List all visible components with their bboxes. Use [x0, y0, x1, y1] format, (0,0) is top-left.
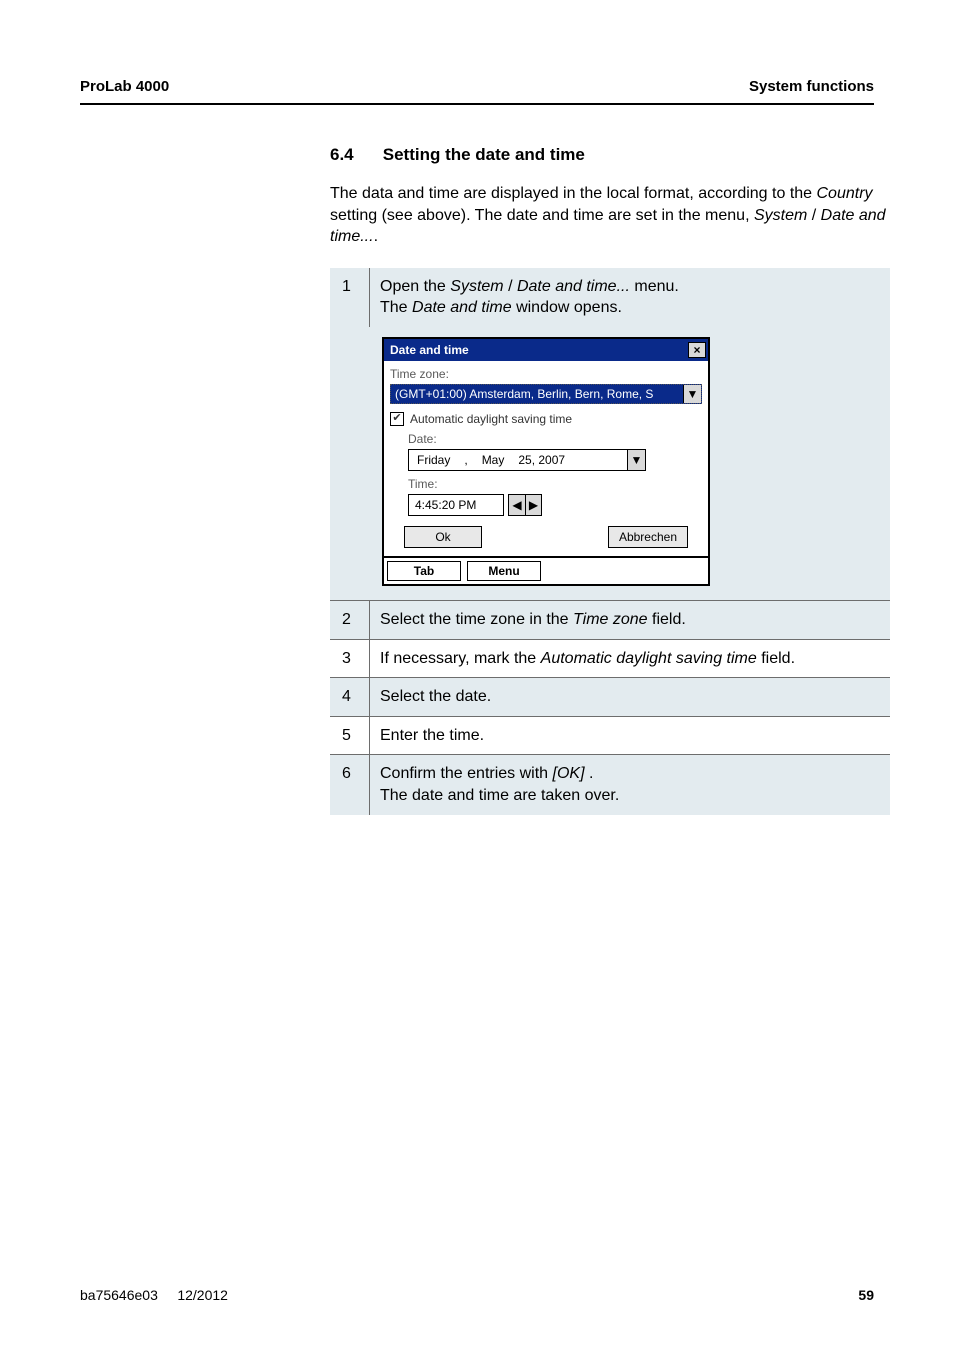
section-number: 6.4: [330, 145, 378, 165]
timezone-label: Time zone:: [390, 367, 702, 381]
step-4-text: Select the date.: [370, 678, 890, 716]
date-picker[interactable]: Friday , May 25, 2007 ▼: [408, 449, 646, 471]
section-title: Setting the date and time: [383, 145, 585, 164]
dialog-title-text: Date and time: [390, 343, 469, 357]
date-label: Date:: [408, 432, 702, 446]
chevron-down-icon[interactable]: ▼: [683, 385, 701, 403]
menu-button[interactable]: Menu: [467, 561, 541, 581]
dialog-titlebar: Date and time ×: [384, 339, 708, 361]
footer-doc-id: ba75646e03: [80, 1287, 158, 1303]
page-footer: ba75646e03 12/2012 59: [80, 1287, 874, 1303]
close-icon[interactable]: ×: [688, 342, 706, 358]
date-time-dialog: Date and time × Time zone: (GMT+01:00) A…: [382, 337, 710, 586]
chevron-down-icon[interactable]: ▼: [627, 450, 645, 470]
ok-button[interactable]: Ok: [404, 526, 482, 548]
step-5-num: 5: [330, 717, 370, 755]
step-2-text: Select the time zone in the Time zone fi…: [370, 601, 890, 639]
section-heading: 6.4 Setting the date and time: [330, 145, 890, 165]
dialog-footer: Tab Menu: [384, 556, 708, 584]
step-1-num: 1: [330, 268, 370, 327]
time-spinner[interactable]: ◀ ▶: [508, 494, 542, 516]
arrow-left-icon[interactable]: ◀: [509, 495, 525, 515]
page-number: 59: [858, 1287, 874, 1303]
step-2-num: 2: [330, 601, 370, 639]
step-1: 1 Open the System / Date and time... men…: [330, 268, 890, 327]
date-weekday: Friday: [417, 453, 450, 467]
timezone-select[interactable]: (GMT+01:00) Amsterdam, Berlin, Bern, Rom…: [390, 384, 702, 404]
header-right: System functions: [749, 78, 874, 95]
step-6-text: Confirm the entries with [OK] . The date…: [370, 755, 890, 814]
step-5: 5 Enter the time.: [330, 717, 890, 755]
tab-button[interactable]: Tab: [387, 561, 461, 581]
header-left: ProLab 4000: [80, 78, 169, 95]
step-4: 4 Select the date.: [330, 678, 890, 716]
dialog-screenshot: Date and time × Time zone: (GMT+01:00) A…: [330, 327, 890, 600]
date-sep: ,: [464, 453, 467, 467]
time-label: Time:: [408, 477, 702, 491]
cancel-button[interactable]: Abbrechen: [608, 526, 688, 548]
dst-row[interactable]: ✔ Automatic daylight saving time: [390, 412, 702, 426]
header-rule: [80, 103, 874, 105]
step-3-text: If necessary, mark the Automatic dayligh…: [370, 640, 890, 678]
date-month: May: [482, 453, 505, 467]
time-input[interactable]: 4:45:20 PM: [408, 494, 504, 516]
date-rest: 25, 2007: [518, 453, 565, 467]
step-3: 3 If necessary, mark the Automatic dayli…: [330, 640, 890, 678]
step-2: 2 Select the time zone in the Time zone …: [330, 601, 890, 639]
timezone-value: (GMT+01:00) Amsterdam, Berlin, Bern, Rom…: [391, 385, 683, 403]
step-6-num: 6: [330, 755, 370, 814]
dst-checkbox[interactable]: ✔: [390, 412, 404, 426]
dst-label: Automatic daylight saving time: [410, 412, 572, 426]
arrow-right-icon[interactable]: ▶: [525, 495, 541, 515]
step-4-num: 4: [330, 678, 370, 716]
step-1-text: Open the System / Date and time... menu.…: [370, 268, 890, 327]
step-6: 6 Confirm the entries with [OK] . The da…: [330, 755, 890, 814]
step-3-num: 3: [330, 640, 370, 678]
step-5-text: Enter the time.: [370, 717, 890, 755]
intro-paragraph: The data and time are displayed in the l…: [330, 183, 890, 248]
steps-table: 1 Open the System / Date and time... men…: [330, 268, 890, 815]
footer-date: 12/2012: [177, 1287, 228, 1303]
